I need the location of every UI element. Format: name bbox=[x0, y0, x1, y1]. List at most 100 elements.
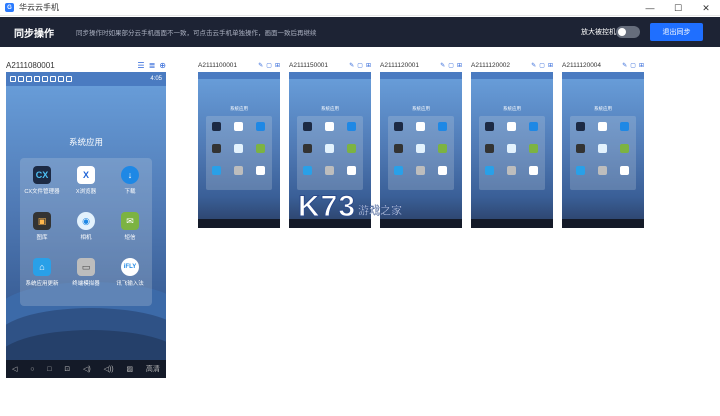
settings-icon[interactable]: ⊞ bbox=[275, 62, 280, 69]
edit-icon[interactable]: ✎ bbox=[622, 62, 627, 69]
screen-icon[interactable]: ▢ bbox=[266, 62, 272, 69]
app-label: 终端模拟器 bbox=[72, 281, 100, 287]
folder-title: 系统应用 bbox=[68, 137, 103, 147]
thumb-screen[interactable]: 系统应用 bbox=[198, 72, 280, 228]
camera-icon: ◉ bbox=[77, 212, 95, 230]
thumb-app-folder bbox=[388, 116, 454, 190]
edit-icon[interactable]: ✎ bbox=[531, 62, 536, 69]
app-label: 讯飞输入法 bbox=[116, 281, 144, 287]
home-icon[interactable]: ○ bbox=[30, 366, 34, 373]
app-gallery[interactable]: ▣ 图库 bbox=[20, 212, 64, 241]
list-icon[interactable]: ☰ bbox=[137, 61, 144, 70]
ifly-icon: iFLY bbox=[121, 258, 139, 276]
thumb-status-bar bbox=[471, 72, 553, 79]
zoom-controlled-label: 放大被控机 bbox=[581, 29, 616, 36]
volume-up-icon[interactable]: ◁)) bbox=[104, 365, 114, 373]
app-label: 下载 bbox=[124, 189, 136, 195]
gallery-icon: ▣ bbox=[33, 212, 51, 230]
screenshot-icon[interactable]: ⊡ bbox=[64, 365, 70, 373]
app-cx-file-manager[interactable]: CX CX文件管理器 bbox=[20, 166, 64, 195]
thumb-screen[interactable]: 系统应用 bbox=[471, 72, 553, 228]
thumb-phone[interactable]: A2111120002 ✎ ▢ ⊞ 系统应用 bbox=[471, 58, 553, 228]
edit-icon[interactable]: ✎ bbox=[258, 62, 263, 69]
close-icon[interactable]: ✕ bbox=[692, 0, 720, 16]
terminal-icon: ▭ bbox=[77, 258, 95, 276]
thumb-header: A2111120002 ✎ ▢ ⊞ bbox=[471, 58, 553, 72]
app-label: CX文件管理器 bbox=[24, 189, 60, 195]
window-title: 华云云手机 bbox=[19, 3, 59, 12]
minimize-icon[interactable]: — bbox=[636, 0, 664, 16]
window-controls: — ☐ ✕ bbox=[636, 0, 720, 16]
recents-icon[interactable]: □ bbox=[47, 366, 51, 373]
thumb-phone[interactable]: A2111100001 ✎ ▢ ⊞ 系统应用 bbox=[198, 58, 280, 228]
thumb-header: A2111100001 ✎ ▢ ⊞ bbox=[198, 58, 280, 72]
thumb-screen[interactable]: 系统应用 bbox=[562, 72, 644, 228]
thumb-header: A2111150001 ✎ ▢ ⊞ bbox=[289, 58, 371, 72]
settings-icon[interactable]: ⊞ bbox=[457, 62, 462, 69]
sort-icon[interactable]: ≣ bbox=[149, 61, 156, 70]
app-label: 系统应用更新 bbox=[25, 281, 59, 287]
app-messages[interactable]: ✉ 短信 bbox=[108, 212, 152, 241]
watermark-brand: K73 bbox=[297, 190, 357, 224]
download-icon: ↓ bbox=[121, 166, 139, 184]
app-system-update[interactable]: ⌂ 系统应用更新 bbox=[20, 258, 64, 287]
thumb-phone-id: A2111150001 bbox=[289, 61, 329, 69]
app-label: X浏览器 bbox=[75, 189, 97, 195]
screen-icon[interactable]: ▢ bbox=[630, 62, 636, 69]
edit-icon[interactable]: ✎ bbox=[349, 62, 354, 69]
thumb-status-bar bbox=[562, 72, 644, 79]
main-phone-screen[interactable]: 4:05 系统应用 CX CX文件管理器 X X浏览器 ↓ 下载 ▣ 图库 ◉ … bbox=[6, 72, 166, 378]
thumb-phone-id: A2111120002 bbox=[471, 61, 511, 69]
settings-icon[interactable]: ⊞ bbox=[366, 62, 371, 69]
app-camera[interactable]: ◉ 相机 bbox=[64, 212, 108, 241]
thumb-nav-bar bbox=[198, 219, 280, 228]
cx-file-manager-icon: CX bbox=[33, 166, 51, 184]
system-update-icon: ⌂ bbox=[33, 258, 51, 276]
app-logo-icon: G bbox=[5, 3, 14, 12]
thumb-folder-title: 系统应用 bbox=[594, 106, 612, 111]
messages-icon: ✉ bbox=[121, 212, 139, 230]
app-folder: CX CX文件管理器 X X浏览器 ↓ 下载 ▣ 图库 ◉ 相机 ✉ 短信 ⌂ … bbox=[20, 158, 152, 306]
back-icon[interactable]: ◁ bbox=[12, 365, 17, 373]
thumb-folder-title: 系统应用 bbox=[321, 106, 339, 111]
thumb-folder-title: 系统应用 bbox=[412, 106, 430, 111]
app-terminal[interactable]: ▭ 终端模拟器 bbox=[64, 258, 108, 287]
thumb-app-folder bbox=[479, 116, 545, 190]
notification-icons bbox=[10, 76, 72, 82]
thumb-status-bar bbox=[198, 72, 280, 79]
thumb-header: A2111120004 ✎ ▢ ⊞ bbox=[562, 58, 644, 72]
app-downloads[interactable]: ↓ 下载 bbox=[108, 166, 152, 195]
edit-icon[interactable]: ✎ bbox=[440, 62, 445, 69]
thumb-app-folder bbox=[570, 116, 636, 190]
screen-icon[interactable]: ▢ bbox=[357, 62, 363, 69]
app-x-browser[interactable]: X X浏览器 bbox=[64, 166, 108, 195]
settings-icon[interactable]: ⊞ bbox=[548, 62, 553, 69]
thumb-phone[interactable]: A2111120004 ✎ ▢ ⊞ 系统应用 bbox=[562, 58, 644, 228]
app-ifly-input[interactable]: iFLY 讯飞输入法 bbox=[108, 258, 152, 287]
thumb-phone-id: A2111120004 bbox=[562, 61, 602, 69]
quality-selector[interactable]: 高清 bbox=[146, 364, 160, 374]
settings-icon[interactable]: ⊞ bbox=[639, 62, 644, 69]
sync-header: 同步操作 同步操作时如果部分云手机画面不一致，可点击云手机单独操作，画面一致后再… bbox=[0, 17, 720, 47]
main-phone-panel: A2111080001 ☰ ≣ ⊕ 4:05 系统应用 CX CX文件管理器 X… bbox=[6, 58, 166, 378]
main-phone-header: A2111080001 ☰ ≣ ⊕ bbox=[6, 58, 166, 72]
thumb-status-bar bbox=[380, 72, 462, 79]
thumb-app-folder bbox=[297, 116, 363, 190]
gallery-nav-icon[interactable]: ▨ bbox=[126, 365, 133, 373]
app-label: 短信 bbox=[124, 235, 136, 241]
thumb-nav-bar bbox=[471, 219, 553, 228]
thumb-folder-title: 系统应用 bbox=[230, 106, 248, 111]
sync-tip: 同步操作时如果部分云手机画面不一致，可点击云手机单独操作，画面一致后再继续 bbox=[76, 30, 317, 37]
watermark-sub: 游戏之家 bbox=[358, 205, 403, 217]
screen-icon[interactable]: ▢ bbox=[448, 62, 454, 69]
main-phone-id: A2111080001 bbox=[6, 60, 55, 70]
zoom-controlled-toggle[interactable] bbox=[616, 26, 640, 38]
thumb-phone-id: A2111120001 bbox=[380, 61, 420, 69]
exit-sync-button[interactable]: 退出同步 bbox=[650, 23, 703, 41]
thumb-folder-title: 系统应用 bbox=[503, 106, 521, 111]
maximize-icon[interactable]: ☐ bbox=[664, 0, 692, 16]
app-label: 相机 bbox=[80, 235, 92, 241]
zoom-icon[interactable]: ⊕ bbox=[159, 61, 166, 70]
volume-down-icon[interactable]: ◁) bbox=[83, 365, 91, 373]
screen-icon[interactable]: ▢ bbox=[539, 62, 545, 69]
